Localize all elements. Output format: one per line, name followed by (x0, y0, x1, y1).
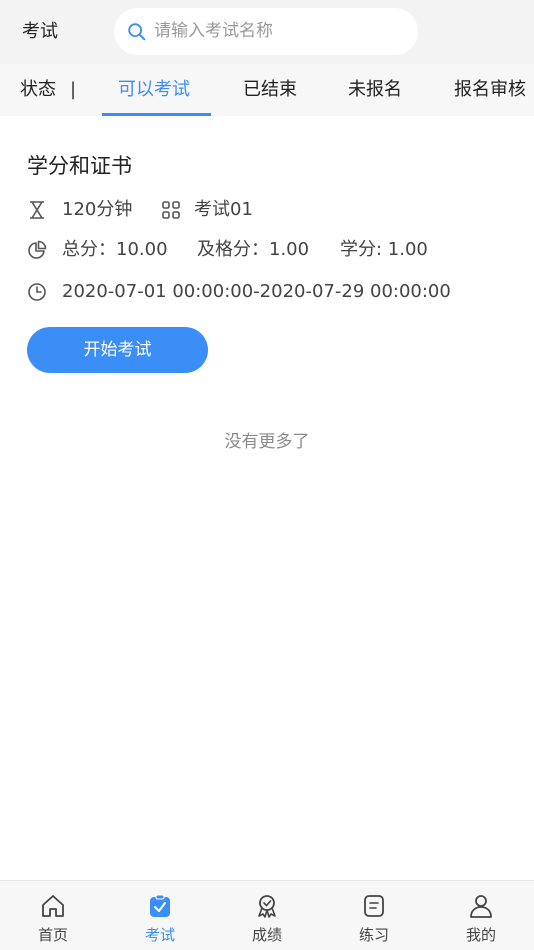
nav-item-home[interactable]: 首页 (0, 881, 106, 950)
exam-meta-row: 120分钟 考试01 (27, 198, 507, 222)
practice-icon (364, 895, 384, 917)
tab-not-registered[interactable]: 未报名 (348, 78, 402, 102)
clock-icon (28, 283, 46, 301)
award-icon (258, 895, 276, 918)
nav-item-score[interactable]: 成绩 (214, 881, 320, 950)
status-tabs: 状态 | 可以考试 已结束 未报名 报名审核 (0, 64, 534, 116)
hourglass-icon (30, 201, 44, 219)
exam-score-row: 总分：10.00 及格分：1.00 学分: 1.00 (27, 238, 507, 262)
status-label: 状态 | (20, 79, 77, 100)
start-exam-button[interactable]: 开始考试 (27, 327, 208, 373)
page-title: 考试 (22, 21, 58, 42)
tab-can-take-exam[interactable]: 可以考试 (118, 78, 190, 102)
nav-item-mine[interactable]: 我的 (428, 881, 534, 950)
bottom-nav: 首页 考试 成绩 练习 我的 (0, 880, 534, 950)
exam-paper-name: 考试01 (194, 199, 253, 220)
exam-credit: 学分: 1.00 (340, 239, 428, 260)
exam-pass-score: 及格分：1.00 (197, 239, 310, 260)
top-header: 考试 (0, 0, 534, 64)
pie-chart-icon (28, 240, 47, 259)
tab-registration-review[interactable]: 报名审核 (454, 78, 526, 102)
nav-item-practice[interactable]: 练习 (321, 881, 427, 950)
search-icon (128, 23, 146, 41)
nav-label-mine: 我的 (465, 926, 496, 944)
nav-label-exam: 考试 (144, 926, 175, 944)
tab-ended[interactable]: 已结束 (243, 78, 297, 102)
no-more-text: 没有更多了 (224, 432, 310, 452)
user-icon (470, 895, 492, 918)
exam-time-range: 2020-07-01 00:00:00-2020-07-29 00:00:00 (62, 281, 451, 302)
exam-duration: 120分钟 (62, 199, 133, 220)
home-icon (42, 895, 64, 917)
exam-time-row: 2020-07-01 00:00:00-2020-07-29 00:00:00 (27, 280, 507, 304)
exam-title: 学分和证书 (27, 154, 132, 178)
nav-label-home: 首页 (37, 926, 68, 944)
grid-icon (162, 201, 180, 219)
status-label-text: 状态 (20, 79, 56, 100)
search-input[interactable] (154, 16, 404, 46)
exam-card: 学分和证书 120分钟 考试01 总分：10.00 及格分：1.00 学分: 1… (0, 116, 534, 406)
nav-label-practice: 练习 (358, 926, 389, 944)
exam-icon (150, 894, 170, 917)
nav-label-score: 成绩 (251, 926, 282, 944)
search-box[interactable] (114, 8, 418, 55)
nav-item-exam[interactable]: 考试 (107, 881, 213, 950)
exam-total-score: 总分：10.00 (62, 239, 168, 260)
